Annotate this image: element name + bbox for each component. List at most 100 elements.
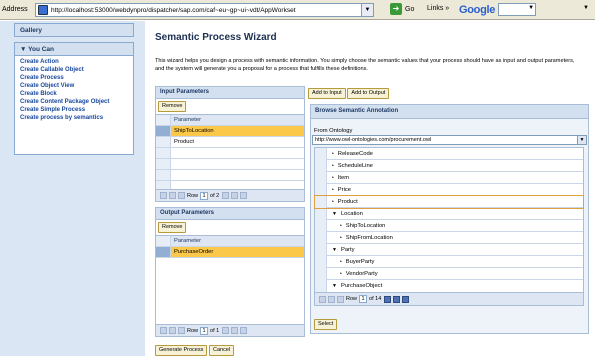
input-parameters-panel: Input Parameters Remove Parameter ShipTo… [155,86,305,202]
ontology-dropdown-icon[interactable]: ▼ [577,136,586,144]
input-remove-button[interactable]: Remove [158,101,187,112]
link-create-callable-object[interactable]: Create Callable Object [20,66,128,74]
address-input[interactable]: http://localhost:53000/webdynpro/dispatc… [35,3,374,17]
link-create-object-view[interactable]: Create Object View [20,82,128,90]
row-selector[interactable] [315,183,327,196]
last-page-icon[interactable] [402,295,410,303]
tree-item[interactable]: • VendorParty [315,267,583,280]
tree-item[interactable]: • Item [315,171,583,184]
prev-page-icon[interactable] [169,327,176,334]
row-selector[interactable] [315,195,327,208]
select-button[interactable]: Select [314,319,338,330]
link-create-block[interactable]: Create Block [20,90,128,98]
tree-item-selected[interactable]: • Product [314,195,584,209]
row-selector[interactable] [156,137,171,147]
prev-page-icon[interactable] [328,295,335,303]
next-page-icon[interactable] [231,327,239,334]
table-row[interactable]: ShipToLocation [156,126,304,137]
row-selector[interactable] [315,147,327,160]
tree-item-label[interactable]: Location [341,211,363,217]
expand-triangle-icon[interactable]: ▼ [332,247,337,253]
tree-item[interactable]: • ScheduleLine [315,159,583,172]
row-selector[interactable] [315,219,327,232]
parameter-cell[interactable]: ShipToLocation [171,126,304,136]
first-page-icon[interactable] [160,327,167,334]
go-button[interactable]: ➔ Go [390,3,414,15]
first-page-icon[interactable] [160,192,167,199]
tree-item[interactable]: • ReleaseCode [315,147,583,160]
first-page-icon[interactable] [319,295,326,303]
tree-item-label[interactable]: Item [338,175,349,181]
ontology-select[interactable]: http://www.owl-ontologies.com/procuremen… [312,135,587,145]
prev-page-icon[interactable] [169,192,176,199]
output-remove-button[interactable]: Remove [158,222,187,233]
row-selector[interactable] [156,126,171,136]
generate-process-button[interactable]: Generate Process [155,345,208,356]
parameter-cell[interactable]: PurchaseOrder [171,247,304,257]
parameter-cell[interactable]: Product [171,137,304,147]
gallery-header[interactable]: Gallery [14,23,134,37]
tree-item-label[interactable]: Party [341,247,355,253]
pager-row-input[interactable]: 1 [200,326,209,335]
google-dropdown-icon[interactable]: ▼ [528,5,534,11]
prev-row-icon[interactable] [337,295,344,303]
you-can-links: Create Action Create Callable Object Cre… [15,56,133,124]
link-create-content-package-object[interactable]: Create Content Package Object [20,98,128,106]
tree-item-label[interactable]: PurchaseObject [341,283,382,289]
next-row-icon[interactable] [222,192,230,199]
row-selector[interactable] [315,267,327,280]
expand-triangle-icon[interactable]: ▼ [332,283,337,289]
expand-triangle-icon[interactable]: ▼ [332,211,337,217]
row-selector[interactable] [315,243,327,256]
tree-item-label[interactable]: VendorParty [346,271,378,277]
tree-item-label[interactable]: BuyerParty [346,259,375,265]
tree-item[interactable]: • ShipFromLocation [315,231,583,244]
toolbar-dropdown-icon[interactable]: ▼ [580,5,592,16]
row-selector[interactable] [315,207,327,220]
tree-item[interactable]: ▼ Location [315,207,583,220]
row-selector[interactable] [315,159,327,172]
row-selector[interactable] [315,171,327,184]
google-toolbar[interactable]: Google ▼ [459,3,537,16]
link-create-action[interactable]: Create Action [20,58,128,66]
address-dropdown-icon[interactable]: ▼ [361,4,373,16]
row-selector[interactable] [315,231,327,244]
select-all-cell[interactable] [156,115,171,125]
last-page-icon[interactable] [240,192,248,199]
add-to-output-button[interactable]: Add to Output [347,88,390,99]
row-selector[interactable] [156,247,171,257]
prev-row-icon[interactable] [178,327,185,334]
links-button[interactable]: Links » [427,5,449,12]
cancel-button[interactable]: Cancel [209,345,235,356]
tree-item[interactable]: • ShipToLocation [315,219,583,232]
tree-item[interactable]: • BuyerParty [315,255,583,268]
tree-item-label[interactable]: ShipFromLocation [346,235,393,241]
select-all-cell[interactable] [156,236,171,246]
tree-item-label[interactable]: ScheduleLine [338,163,373,169]
row-selector[interactable] [315,255,327,268]
next-page-icon[interactable] [393,295,401,303]
link-create-process-by-semantics[interactable]: Create process by semantics [20,114,128,122]
tree-item-label[interactable]: ReleaseCode [338,151,373,157]
pager-row-input[interactable]: 1 [359,295,368,303]
link-create-simple-process[interactable]: Create Simple Process [20,106,128,114]
row-selector[interactable] [315,280,327,292]
prev-row-icon[interactable] [178,192,185,199]
tree-item-label[interactable]: ShipToLocation [346,223,386,229]
pager-row-input[interactable]: 1 [200,191,209,200]
you-can-header[interactable]: ▼ You Can [15,43,133,56]
link-create-process[interactable]: Create Process [20,74,128,82]
tree-item-label[interactable]: Price [338,187,351,193]
last-page-icon[interactable] [240,327,248,334]
tree-item-label[interactable]: Product [338,199,358,205]
table-row[interactable]: Product [156,137,304,148]
next-row-icon[interactable] [222,327,230,334]
tree-item[interactable]: • Price [315,183,583,196]
google-search-input[interactable]: ▼ [498,3,537,16]
add-to-input-button[interactable]: Add to Input [308,88,346,99]
next-page-icon[interactable] [231,192,239,199]
tree-item[interactable]: ▼ Party [315,243,583,256]
next-row-icon[interactable] [384,295,392,303]
tree-item[interactable]: ▼ PurchaseObject [315,280,583,292]
table-row[interactable]: PurchaseOrder [156,247,304,258]
